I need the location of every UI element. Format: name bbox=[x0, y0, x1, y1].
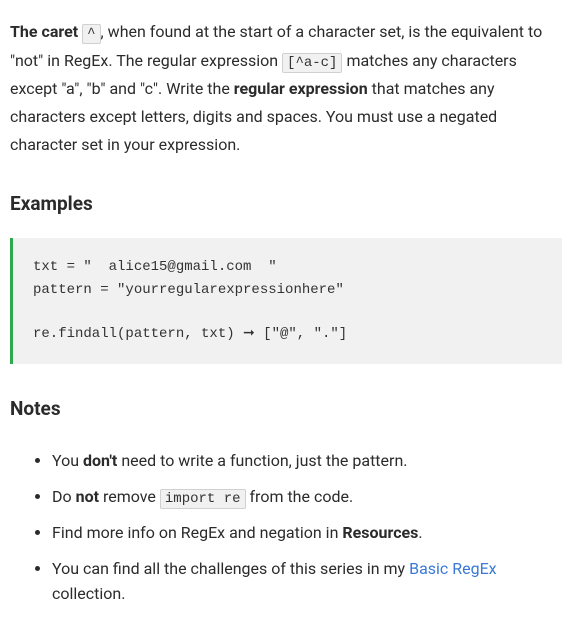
note-strong: don't bbox=[83, 451, 117, 470]
note-text: collection. bbox=[52, 584, 125, 603]
examples-heading: Examples bbox=[10, 187, 562, 220]
intro-lead-strong: The caret bbox=[10, 22, 82, 41]
import-re-code: import re bbox=[160, 489, 246, 509]
note-strong: not bbox=[76, 487, 99, 506]
list-item: Find more info on RegEx and negation in … bbox=[52, 515, 562, 551]
note-text: You bbox=[52, 451, 83, 470]
code-example: txt = " alice15@gmail.com " pattern = "y… bbox=[10, 238, 562, 364]
list-item: You don't need to write a function, just… bbox=[52, 443, 562, 479]
list-item: Do not remove import re from the code. bbox=[52, 479, 562, 515]
note-text: from the code. bbox=[246, 487, 354, 506]
basic-regex-link[interactable]: Basic RegEx bbox=[409, 559, 497, 578]
intro-paragraph: The caret ^, when found at the start of … bbox=[10, 18, 562, 159]
intro-regex-strong: regular expression bbox=[234, 79, 368, 98]
note-text: need to write a function, just the patte… bbox=[117, 451, 407, 470]
note-text: remove bbox=[99, 487, 160, 506]
note-text: Do bbox=[52, 487, 76, 506]
caret-code: ^ bbox=[82, 24, 100, 44]
list-item: You can find all the challenges of this … bbox=[52, 551, 562, 612]
notes-list: You don't need to write a function, just… bbox=[10, 443, 562, 612]
note-text: You can find all the challenges of this … bbox=[52, 559, 409, 578]
note-text: . bbox=[418, 523, 422, 542]
notes-heading: Notes bbox=[10, 392, 562, 425]
class-code: [^a-c] bbox=[282, 53, 342, 73]
note-text: Find more info on RegEx and negation in bbox=[52, 523, 342, 542]
note-strong: Resources bbox=[342, 523, 418, 542]
